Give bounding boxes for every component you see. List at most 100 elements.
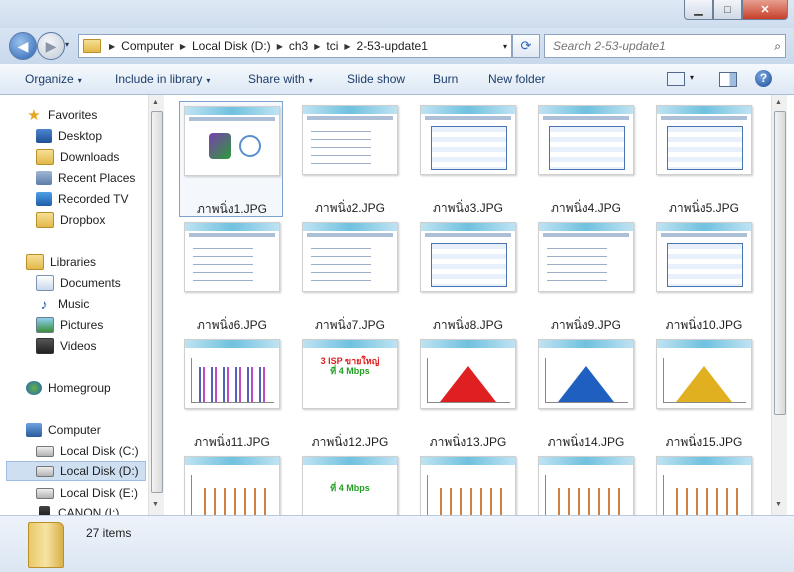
image-thumbnail (184, 222, 280, 292)
nav-pictures[interactable]: Pictures (36, 315, 103, 335)
file-name: ภาพนิ่ง7.JPG (315, 318, 385, 332)
scroll-up-arrow[interactable]: ▲ (775, 99, 782, 106)
share-with-menu[interactable]: Share with ▾ (248, 72, 313, 86)
nav-label: Dropbox (60, 213, 106, 227)
scroll-down-arrow[interactable]: ▼ (152, 501, 159, 508)
preview-pane-icon[interactable] (719, 72, 737, 87)
include-in-library-menu[interactable]: Include in library ▾ (115, 72, 210, 86)
music-icon: ♪ (40, 296, 48, 312)
file-item[interactable]: ภาพนิ่ง15.JPG (652, 335, 756, 449)
refresh-button[interactable]: ⟳ (512, 34, 540, 58)
navigation-scrollbar[interactable]: ▲ ▼ (148, 95, 164, 515)
content-scrollbar[interactable]: ▲ ▼ (771, 95, 787, 515)
file-item[interactable]: ภาพนิ่ง8.JPG (416, 218, 520, 332)
file-name: ภาพนิ่ง1.JPG (197, 202, 267, 216)
nav-label: Favorites (48, 108, 98, 122)
image-thumbnail (538, 105, 634, 175)
nav-favorites[interactable]: ★ Favorites (26, 105, 97, 125)
file-item[interactable]: ที่ 4 Mbps (298, 452, 402, 515)
file-name: ภาพนิ่ง8.JPG (433, 318, 503, 332)
forward-button[interactable]: ▶ (37, 32, 65, 60)
breadcrumb-computer[interactable]: Computer (121, 39, 174, 53)
new-folder-button[interactable]: New folder (488, 72, 545, 86)
scroll-down-arrow[interactable]: ▼ (775, 501, 782, 508)
hard-drive-icon (36, 465, 54, 477)
breadcrumb-separator[interactable]: ▶ (109, 42, 115, 51)
file-item[interactable]: 3 ISP ขายใหญ่ ที่ 4 Mbps ภาพนิ่ง12.JPG (298, 335, 402, 449)
file-item[interactable]: ภาพนิ่ง14.JPG (534, 335, 638, 449)
file-item[interactable]: ภาพนิ่ง10.JPG (652, 218, 756, 332)
search-icon[interactable]: ⌕ (774, 39, 781, 54)
breadcrumb-current[interactable]: 2-53-update1 (357, 39, 428, 53)
nav-label: Desktop (58, 129, 103, 143)
recent-pages-dropdown[interactable]: ▾ (65, 40, 69, 49)
file-item[interactable]: ภาพนิ่ง1.JPG (179, 101, 283, 217)
nav-documents[interactable]: Documents (36, 273, 121, 293)
file-item[interactable]: ภาพนิ่ง5.JPG (652, 101, 756, 215)
organize-menu[interactable]: Organize ▾ (25, 72, 82, 86)
file-item[interactable]: ภาพนิ่ง9.JPG (534, 218, 638, 332)
file-item[interactable]: ภาพนิ่ง13.JPG (416, 335, 520, 449)
minimize-button[interactable]: ▁ (684, 0, 713, 20)
file-item[interactable] (534, 452, 638, 515)
slide-show-button[interactable]: Slide show (347, 72, 405, 86)
breadcrumb-ch3[interactable]: ch3 (289, 39, 308, 53)
scrollbar-thumb[interactable] (774, 111, 786, 415)
file-item[interactable] (652, 452, 756, 515)
breadcrumb-separator[interactable]: ▶ (180, 42, 186, 51)
file-name: ภาพนิ่ง13.JPG (429, 435, 507, 449)
nav-local-disk-e[interactable]: Local Disk (E:) (36, 483, 138, 503)
file-item[interactable]: ภาพนิ่ง3.JPG (416, 101, 520, 215)
file-item[interactable]: ภาพนิ่ง2.JPG (298, 101, 402, 215)
address-bar[interactable]: ▶ Computer ▶ Local Disk (D:) ▶ ch3 ▶ tci… (78, 34, 512, 58)
file-item[interactable]: ภาพนิ่ง11.JPG (180, 335, 284, 449)
file-item[interactable]: ภาพนิ่ง6.JPG (180, 218, 284, 332)
scroll-up-arrow[interactable]: ▲ (152, 99, 159, 106)
nav-canon[interactable]: CANON (I:) (36, 503, 119, 515)
file-item[interactable] (180, 452, 284, 515)
file-item[interactable]: ภาพนิ่ง7.JPG (298, 218, 402, 332)
nav-music[interactable]: ♪ Music (36, 294, 90, 314)
breadcrumb-separator[interactable]: ▶ (277, 42, 283, 51)
nav-desktop[interactable]: Desktop (36, 126, 102, 146)
dropbox-folder-icon (36, 212, 54, 228)
nav-recorded-tv[interactable]: Recorded TV (36, 189, 128, 209)
image-thumbnail (656, 339, 752, 409)
nav-local-disk-d[interactable]: Local Disk (D:) (6, 461, 146, 481)
back-button[interactable]: ◀ (9, 32, 37, 60)
nav-computer[interactable]: Computer (26, 420, 101, 440)
nav-homegroup[interactable]: Homegroup (26, 378, 111, 398)
search-box[interactable]: ⌕ (544, 34, 786, 58)
share-with-label: Share with (248, 72, 305, 86)
file-item[interactable] (416, 452, 520, 515)
file-item[interactable]: ภาพนิ่ง4.JPG (534, 101, 638, 215)
help-icon[interactable]: ? (755, 70, 772, 87)
file-name: ภาพนิ่ง5.JPG (669, 201, 739, 215)
breadcrumb-separator[interactable]: ▶ (314, 42, 320, 51)
thumbnail-text: ที่ 4 Mbps (330, 483, 370, 493)
breadcrumb-tci[interactable]: tci (326, 39, 338, 53)
nav-downloads[interactable]: Downloads (36, 147, 119, 167)
star-icon: ★ (27, 107, 41, 124)
nav-local-disk-c[interactable]: Local Disk (C:) (36, 441, 139, 461)
search-input[interactable] (551, 38, 765, 54)
title-bar: ▁ □ ✕ (0, 0, 794, 28)
breadcrumb-local-disk-d[interactable]: Local Disk (D:) (192, 39, 271, 53)
nav-label: Recorded TV (58, 192, 129, 206)
nav-label: Videos (60, 339, 97, 353)
address-dropdown[interactable]: ▾ (503, 42, 507, 51)
change-view-icon[interactable] (667, 72, 685, 86)
nav-libraries[interactable]: Libraries (26, 252, 96, 272)
nav-recent-places[interactable]: Recent Places (36, 168, 135, 188)
nav-videos[interactable]: Videos (36, 336, 96, 356)
recent-places-icon (36, 171, 52, 185)
homegroup-icon (26, 381, 42, 395)
view-options-dropdown[interactable]: ▾ (690, 73, 694, 82)
scrollbar-thumb[interactable] (151, 111, 163, 493)
organize-label: Organize (25, 72, 74, 86)
burn-button[interactable]: Burn (433, 72, 458, 86)
maximize-button[interactable]: □ (713, 0, 742, 20)
close-button[interactable]: ✕ (742, 0, 788, 20)
breadcrumb-separator[interactable]: ▶ (344, 42, 350, 51)
nav-dropbox[interactable]: Dropbox (36, 210, 105, 230)
